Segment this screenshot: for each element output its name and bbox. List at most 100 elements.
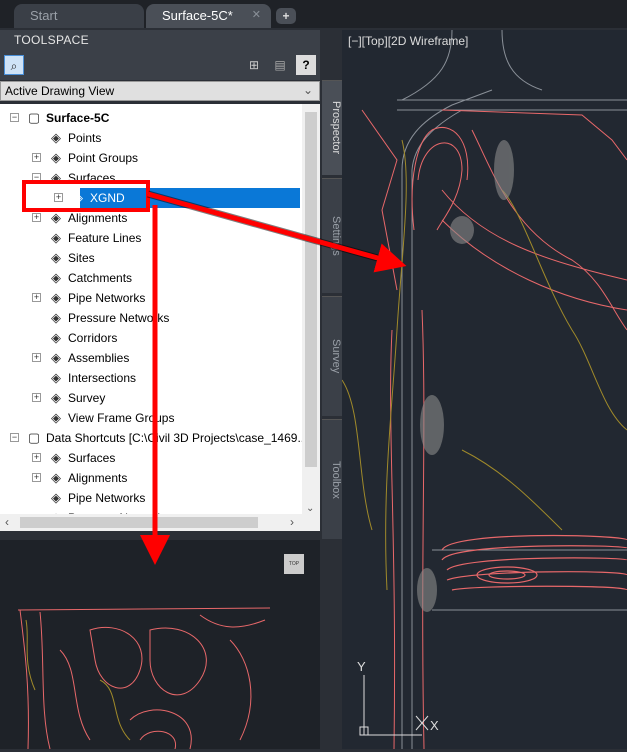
tree-item-label: Pressure Networks	[68, 311, 170, 325]
tree-item-label: Intersections	[68, 371, 137, 385]
tree-item-label: Feature Lines	[68, 231, 142, 245]
collapse-icon[interactable]: −	[10, 113, 19, 122]
expand-icon[interactable]: +	[32, 353, 41, 362]
drawing-view-search-icon[interactable]: ⌕	[4, 55, 24, 75]
viewport-controls-label[interactable]: [−][Top][2D Wireframe]	[348, 34, 468, 48]
ucs-x-label: X	[430, 718, 439, 733]
collapse-icon[interactable]: −	[32, 173, 41, 182]
point-groups-icon: ◈	[51, 150, 61, 165]
expand-icon[interactable]: +	[32, 153, 41, 162]
tree-item[interactable]: ◈ Catchments	[0, 268, 300, 288]
tree-item-label: Survey	[68, 391, 106, 405]
tree-item-label: Points	[68, 131, 102, 145]
toolspace-title: TOOLSPACE	[14, 33, 89, 47]
tree-item[interactable]: ◈ Pressure Networks	[0, 308, 300, 328]
tree-item-label: Alignments	[68, 471, 128, 485]
tree-item-label: Surface-5C	[46, 111, 110, 125]
toolspace-toolbar: ⌕ ⊞ ▤ ?	[0, 50, 320, 80]
view-select-dropdown[interactable]: Active Drawing View ⌄	[0, 81, 320, 101]
side-tab-settings[interactable]: Settings	[322, 178, 342, 293]
surfaces-icon: ◈	[51, 170, 61, 185]
tree-item-label: Point Groups	[68, 151, 139, 165]
surface-icon: ◈	[73, 190, 83, 205]
view-select-value: Active Drawing View	[5, 84, 115, 98]
view-frame-groups-icon: ◈	[51, 410, 61, 425]
surface-preview-pane: TOP	[0, 540, 320, 750]
drawing-viewport[interactable]: [−][Top][2D Wireframe] Y X	[342, 30, 627, 749]
tree-item-label: Corridors	[68, 331, 118, 345]
intersections-icon: ◈	[51, 370, 61, 385]
expand-icon[interactable]: +	[32, 293, 41, 302]
viewcube-top-button[interactable]: TOP	[284, 554, 304, 574]
points-icon: ◈	[51, 130, 61, 145]
tree-item[interactable]: − ▢ Data Shortcuts [C:\Civil 3D Projects\c…	[0, 428, 307, 448]
tree-item[interactable]: + ◈ Alignments	[0, 468, 300, 488]
vertical-scrollbar[interactable]: ⌄	[302, 104, 320, 514]
tree-item[interactable]: ◈ Feature Lines	[0, 228, 300, 248]
pipe-networks-icon: ◈	[51, 490, 61, 505]
tree-item-label: Surfaces	[68, 451, 116, 465]
tree-item[interactable]: ◈ Intersections	[0, 368, 300, 388]
scroll-right-icon[interactable]: ›	[290, 515, 294, 529]
tab-surface-5c[interactable]: Surface-5C* ✕	[146, 4, 271, 28]
toolspace-header: TOOLSPACE	[0, 30, 320, 50]
side-tab-toolbox[interactable]: Toolbox	[322, 419, 342, 539]
tree-item[interactable]: + ◈ XGND	[0, 188, 300, 208]
tree-item-label: Surfaces	[68, 171, 116, 185]
ucs-y-label: Y	[357, 659, 366, 674]
tree-item[interactable]: + ◈ Assemblies	[0, 348, 300, 368]
tree-item[interactable]: + ◈ Alignments	[0, 208, 300, 228]
tab-start[interactable]: Start	[14, 4, 144, 28]
tree-item[interactable]: + ◈ Pipe Networks	[0, 288, 300, 308]
tree-item[interactable]: ◈ View Frame Groups	[0, 408, 300, 428]
scroll-thumb[interactable]	[305, 112, 317, 467]
expand-icon[interactable]: +	[32, 453, 41, 462]
tree-item[interactable]: ◈ Pipe Networks	[0, 488, 300, 508]
tree-item-label: Sites	[68, 251, 95, 265]
close-tab-icon[interactable]: ✕	[252, 8, 261, 21]
surfaces-icon: ◈	[51, 450, 61, 465]
list-view-icon[interactable]: ▤	[270, 55, 290, 75]
scroll-thumb[interactable]	[20, 517, 258, 528]
tree-item-label: Pipe Networks	[68, 491, 146, 505]
side-tab-survey[interactable]: Survey	[322, 296, 342, 416]
tree-item[interactable]: − ▢ Surface-5C	[0, 108, 300, 128]
feature-lines-icon: ◈	[51, 230, 61, 245]
tree-item[interactable]: + ◈ Point Groups	[0, 148, 300, 168]
tree-item[interactable]: ◈ Sites	[0, 248, 300, 268]
corridors-icon: ◈	[51, 330, 61, 345]
side-tab-prospector[interactable]: Prospector	[322, 80, 342, 175]
scroll-left-icon[interactable]: ‹	[5, 515, 9, 529]
toggle-item-view-icon[interactable]: ⊞	[244, 55, 264, 75]
sites-icon: ◈	[51, 250, 61, 265]
pressure-networks-icon: ◈	[51, 310, 61, 325]
expand-icon[interactable]: +	[32, 213, 41, 222]
expand-icon[interactable]: +	[32, 473, 41, 482]
horizontal-scrollbar[interactable]: ‹ ›	[0, 514, 320, 531]
help-button[interactable]: ?	[296, 55, 316, 75]
shortcut-icon: ▢	[27, 430, 41, 445]
document-tab-bar: Start Surface-5C* ✕ +	[0, 0, 627, 28]
collapse-icon[interactable]: −	[10, 433, 19, 442]
expand-icon[interactable]: +	[54, 193, 63, 202]
tab-label: Start	[30, 8, 58, 23]
new-tab-button[interactable]: +	[276, 8, 296, 24]
expand-icon[interactable]: +	[32, 393, 41, 402]
pipe-networks-icon: ◈	[51, 290, 61, 305]
surface-contours-drawing	[342, 30, 627, 749]
prospector-tree: − ▢ Surface-5C ◈ Points + ◈ Point Groups − ◈ Surfa…	[0, 104, 320, 514]
scroll-down-icon[interactable]: ⌄	[306, 503, 314, 514]
tree-item-label: Assemblies	[68, 351, 130, 365]
alignments-icon: ◈	[51, 210, 61, 225]
tree-item[interactable]: + ◈ Survey	[0, 388, 300, 408]
tree-item[interactable]: + ◈ Surfaces	[0, 448, 300, 468]
tree-item[interactable]: − ◈ Surfaces	[0, 168, 300, 188]
tree-item-label: Data Shortcuts [C:\Civil 3D Projects\cas…	[46, 431, 308, 445]
drawing-icon: ▢	[27, 110, 41, 125]
tab-label: Surface-5C*	[162, 8, 233, 23]
tree-item-label: Alignments	[68, 211, 128, 225]
tree-item-label: XGND	[90, 191, 125, 205]
tree-item[interactable]: ◈ Points	[0, 128, 300, 148]
tree-item[interactable]: ◈ Corridors	[0, 328, 300, 348]
tree-item-label: Pipe Networks	[68, 291, 146, 305]
